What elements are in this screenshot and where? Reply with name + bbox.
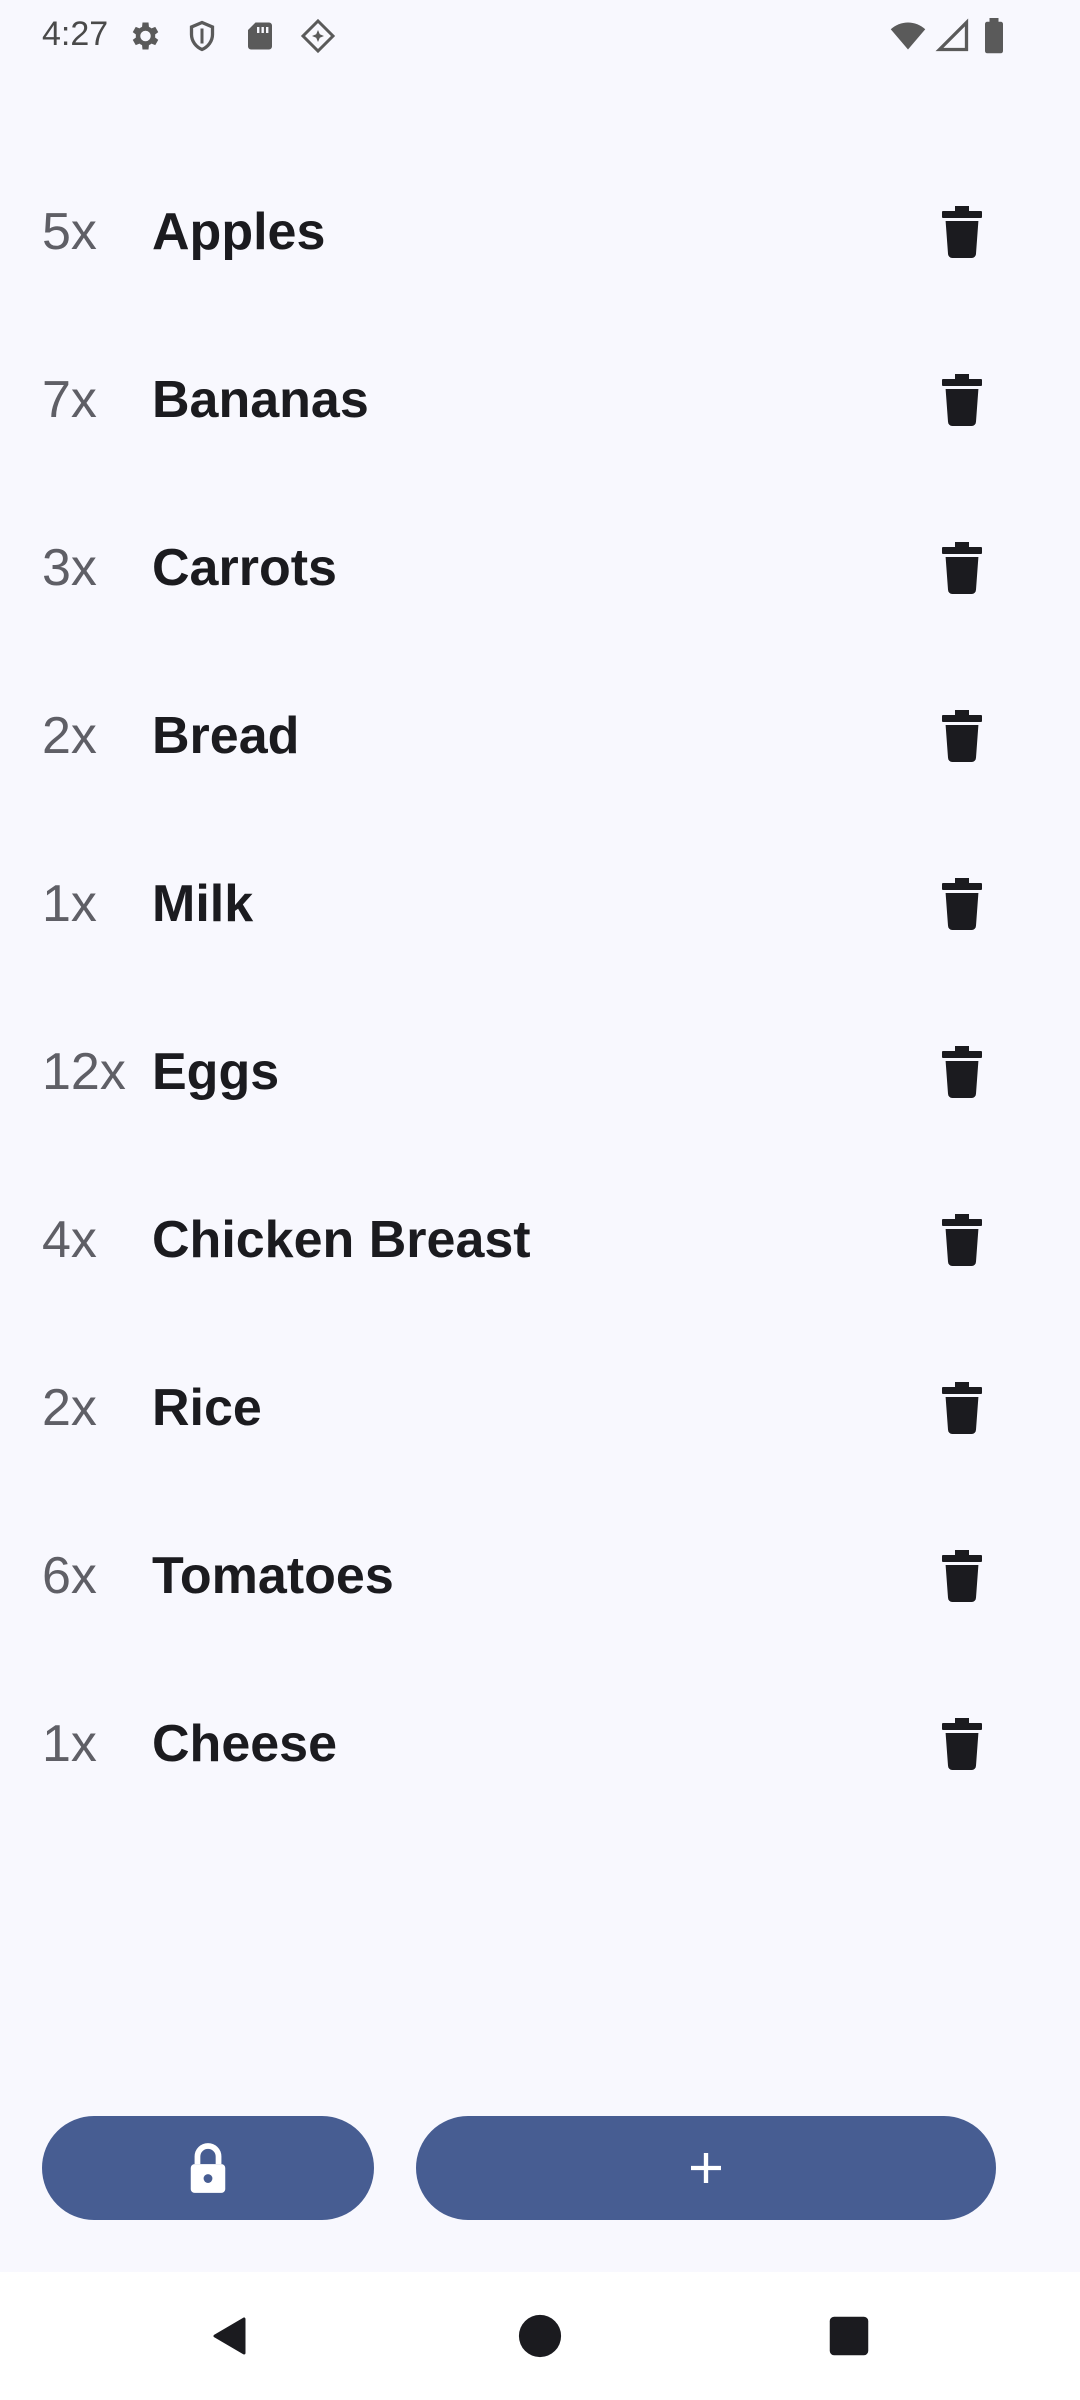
trash-icon: [942, 1046, 982, 1098]
item-quantity: 2x: [42, 707, 97, 765]
item-quantity: 12x: [42, 1043, 126, 1101]
item-name: Rice: [152, 1379, 262, 1437]
item-quantity: 5x: [42, 203, 97, 261]
delete-item-button[interactable]: [932, 1546, 992, 1606]
trash-icon: [942, 1718, 982, 1770]
delete-item-button[interactable]: [932, 874, 992, 934]
item-quantity: 6x: [42, 1547, 97, 1605]
delete-item-button[interactable]: [932, 202, 992, 262]
item-name: Milk: [152, 875, 254, 933]
list-item[interactable]: 3x Carrots: [0, 484, 1080, 652]
status-time: 4:27: [42, 15, 109, 53]
plus-icon: [686, 2148, 726, 2188]
list-item[interactable]: 4x Chicken Breast: [0, 1156, 1080, 1324]
list-item[interactable]: 1x Cheese: [0, 1660, 1080, 1828]
item-quantity: 1x: [42, 1715, 97, 1773]
lock-button[interactable]: [42, 2116, 374, 2220]
item-quantity: 4x: [42, 1211, 97, 1269]
list-item[interactable]: 6x Tomatoes: [0, 1492, 1080, 1660]
item-quantity: 1x: [42, 875, 97, 933]
lock-icon: [185, 2140, 231, 2196]
item-quantity: 3x: [42, 539, 97, 597]
list-item[interactable]: 2x Bread: [0, 652, 1080, 820]
diamond-icon: [300, 18, 336, 54]
recents-icon: [828, 2315, 870, 2357]
delete-item-button[interactable]: [932, 706, 992, 766]
delete-item-button[interactable]: [932, 1714, 992, 1774]
trash-icon: [942, 1382, 982, 1434]
list-item[interactable]: 5x Apples: [0, 148, 1080, 316]
shield-icon: [184, 18, 220, 54]
delete-item-button[interactable]: [932, 370, 992, 430]
item-name: Bananas: [152, 371, 369, 429]
back-icon: [206, 2312, 254, 2360]
trash-icon: [942, 542, 982, 594]
list-item[interactable]: 12x Eggs: [0, 988, 1080, 1156]
trash-icon: [942, 1214, 982, 1266]
trash-icon: [942, 206, 982, 258]
list-item[interactable]: 2x Rice: [0, 1324, 1080, 1492]
item-name: Eggs: [152, 1043, 280, 1101]
navigation-bar: [0, 2272, 1080, 2400]
sd-card-icon: [242, 18, 278, 54]
gear-icon: [126, 18, 162, 54]
trash-icon: [942, 710, 982, 762]
item-name: Bread: [152, 707, 300, 765]
item-name: Tomatoes: [152, 1547, 394, 1605]
home-button[interactable]: [506, 2302, 574, 2370]
home-icon: [517, 2313, 563, 2359]
list-item[interactable]: 7x Bananas: [0, 316, 1080, 484]
status-bar: 4:27: [0, 0, 1080, 72]
trash-icon: [942, 374, 982, 426]
delete-item-button[interactable]: [932, 538, 992, 598]
grocery-list: 5x Apples 7x Bananas 3x Carrots 2x Bread 1x Milk 1…: [0, 148, 1080, 1828]
trash-icon: [942, 1550, 982, 1602]
app-screen: 4:27 5x Apples 7x Bananas 3x Carrots 2x Bread 1x…: [0, 0, 1080, 2400]
delete-item-button[interactable]: [932, 1042, 992, 1102]
back-button[interactable]: [196, 2302, 264, 2370]
item-name: Chicken Breast: [152, 1211, 531, 1269]
add-item-button[interactable]: [416, 2116, 996, 2220]
battery-icon: [980, 18, 1008, 54]
item-name: Apples: [152, 203, 326, 261]
recents-button[interactable]: [815, 2302, 883, 2370]
trash-icon: [942, 878, 982, 930]
item-name: Cheese: [152, 1715, 337, 1773]
delete-item-button[interactable]: [932, 1378, 992, 1438]
signal-icon: [934, 18, 972, 54]
delete-item-button[interactable]: [932, 1210, 992, 1270]
item-quantity: 2x: [42, 1379, 97, 1437]
list-item[interactable]: 1x Milk: [0, 820, 1080, 988]
wifi-icon: [888, 18, 928, 54]
item-quantity: 7x: [42, 371, 97, 429]
item-name: Carrots: [152, 539, 337, 597]
bottom-actions: [0, 2116, 1080, 2220]
